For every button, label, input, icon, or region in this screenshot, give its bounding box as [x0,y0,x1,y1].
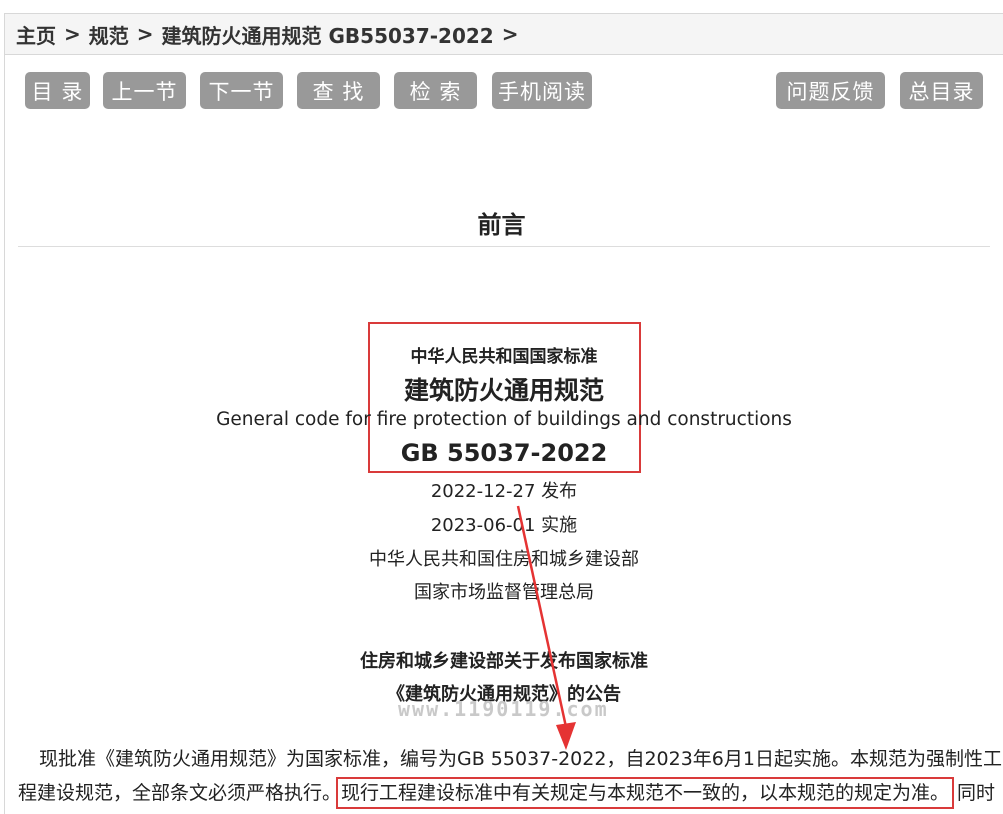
annotation-arrow [516,505,576,750]
